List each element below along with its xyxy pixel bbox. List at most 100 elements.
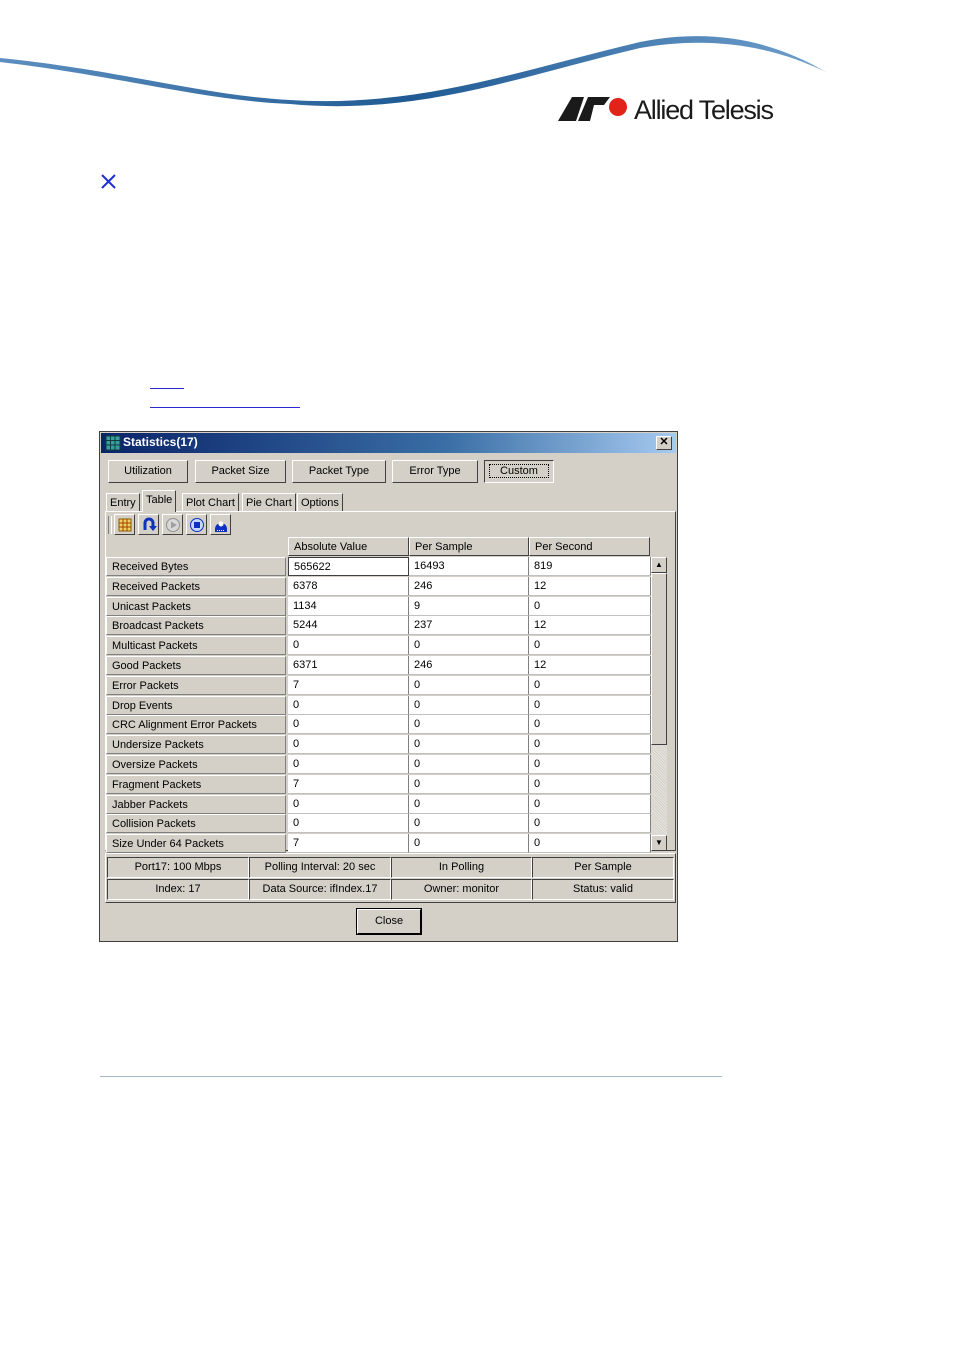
table-cell[interactable]: 0 (409, 715, 529, 735)
row-label: Unicast Packets (106, 596, 286, 616)
table-cell[interactable]: 12 (529, 656, 651, 675)
row-label: Oversize Packets (106, 755, 286, 774)
table-cell[interactable]: 246 (409, 576, 529, 596)
table-cell[interactable]: 12 (529, 576, 651, 596)
tab-table[interactable]: Table (142, 490, 177, 512)
table-cell[interactable]: 0 (409, 834, 529, 854)
refresh-icon (143, 517, 157, 531)
polling-icon (215, 521, 227, 532)
packet-size-label: Packet Size (211, 465, 270, 477)
allied-telesis-logo-icon (558, 97, 627, 121)
table-cell[interactable]: 0 (288, 636, 409, 656)
table-cell[interactable]: 0 (288, 814, 409, 834)
custom-button[interactable]: Custom (484, 460, 554, 483)
utilization-button[interactable]: Utilization (108, 460, 188, 483)
row-label: Received Packets (106, 576, 286, 596)
dialog-title-bar[interactable]: Statistics(17) ✕ (101, 433, 676, 453)
error-type-button[interactable]: Error Type (392, 460, 478, 483)
table-cell[interactable]: 0 (529, 675, 651, 695)
table-cell[interactable]: 819 (529, 557, 651, 576)
table-cell[interactable]: 0 (529, 735, 651, 755)
table-cell[interactable]: 1134 (288, 596, 409, 616)
table-cell[interactable]: 0 (288, 735, 409, 755)
error-type-label: Error Type (409, 465, 461, 477)
scroll-up-button[interactable]: ▲ (651, 557, 667, 573)
status-polling-interval: Polling Interval: 20 sec (249, 857, 391, 878)
table-cell[interactable]: 0 (529, 834, 651, 854)
tab-plot-chart[interactable]: Plot Chart (182, 493, 239, 511)
table-cell[interactable]: 16493 (409, 557, 529, 576)
tab-pie-chart[interactable]: Pie Chart (242, 493, 296, 511)
row-label: Error Packets (106, 675, 286, 695)
table-cell[interactable]: 0 (409, 735, 529, 755)
table-cell[interactable]: 0 (409, 774, 529, 794)
table-cell[interactable]: 0 (529, 794, 651, 814)
table-cell[interactable]: 0 (409, 675, 529, 695)
toolbar-separator (108, 516, 112, 534)
table-cell[interactable]: 0 (529, 774, 651, 794)
statistics-dialog: Statistics(17) ✕ Utilization Packet Size… (99, 431, 678, 942)
status-polling-state: In Polling (391, 857, 532, 878)
utilization-label: Utilization (124, 465, 172, 477)
refresh-button[interactable] (138, 514, 159, 535)
play-icon (166, 518, 180, 532)
table-cell[interactable]: 0 (529, 715, 651, 735)
table-cell[interactable]: 0 (288, 695, 409, 715)
table-cell[interactable]: 0 (288, 794, 409, 814)
status-owner: Owner: monitor (391, 879, 532, 900)
table-cell[interactable]: 0 (409, 814, 529, 834)
table-cell[interactable]: 0 (288, 755, 409, 774)
custom-label: Custom (489, 464, 549, 478)
table-cell[interactable]: 7 (288, 834, 409, 854)
status-data-source: Data Source: ifIndex.17 (249, 879, 391, 900)
stop-icon (190, 518, 204, 532)
table-cell[interactable]: 237 (409, 616, 529, 636)
packet-size-button[interactable]: Packet Size (195, 460, 286, 483)
table-cell[interactable]: 12 (529, 616, 651, 636)
row-label: Collision Packets (106, 814, 286, 834)
table-cell[interactable]: 0 (409, 794, 529, 814)
table-cell[interactable]: 7 (288, 774, 409, 794)
table-cell[interactable]: 0 (529, 636, 651, 656)
document-link-1[interactable] (150, 388, 184, 389)
window-close-button[interactable]: ✕ (656, 436, 672, 450)
table-cell[interactable]: 0 (409, 755, 529, 774)
packet-type-button[interactable]: Packet Type (292, 460, 386, 483)
polling-button[interactable] (210, 514, 231, 535)
table-cell[interactable]: 5244 (288, 616, 409, 636)
table-cell[interactable]: 0 (529, 814, 651, 834)
close-button[interactable]: Close (356, 908, 422, 935)
x-icon (101, 174, 116, 189)
table-cell[interactable]: 0 (288, 715, 409, 735)
document-link-2[interactable] (150, 407, 300, 408)
tab-options[interactable]: Options (297, 493, 343, 511)
table-cell[interactable]: 0 (529, 596, 651, 616)
table-cell[interactable]: 7 (288, 675, 409, 695)
vertical-scrollbar[interactable]: ▲ ▼ (651, 557, 667, 851)
table-cell[interactable]: 246 (409, 656, 529, 675)
table-cell[interactable]: 0 (409, 636, 529, 656)
tab-entry[interactable]: Entry (106, 493, 140, 511)
scroll-thumb[interactable] (651, 573, 667, 745)
table-cell[interactable]: 9 (409, 596, 529, 616)
column-header-per-second[interactable]: Per Second (529, 537, 650, 556)
status-validity: Status: valid (532, 879, 674, 900)
table-cell[interactable]: 0 (409, 695, 529, 715)
status-port: Port17: 100 Mbps (107, 857, 249, 878)
row-label: Fragment Packets (106, 774, 286, 794)
stop-button[interactable] (186, 514, 207, 535)
row-label: Jabber Packets (106, 794, 286, 814)
table-cell[interactable]: 6378 (288, 576, 409, 596)
column-header-per-sample[interactable]: Per Sample (409, 537, 529, 556)
column-header-absolute-value[interactable]: Absolute Value (288, 537, 409, 556)
row-label: Broadcast Packets (106, 616, 286, 636)
row-label: Received Bytes (106, 557, 286, 576)
play-button[interactable] (162, 514, 183, 535)
scroll-down-button[interactable]: ▼ (651, 835, 667, 851)
table-cell[interactable]: 0 (529, 695, 651, 715)
table-cell[interactable]: 0 (529, 755, 651, 774)
table-grid-button[interactable] (114, 514, 135, 535)
table-cell[interactable]: 565622 (288, 557, 409, 576)
status-index: Index: 17 (107, 879, 249, 900)
table-cell[interactable]: 6371 (288, 656, 409, 675)
